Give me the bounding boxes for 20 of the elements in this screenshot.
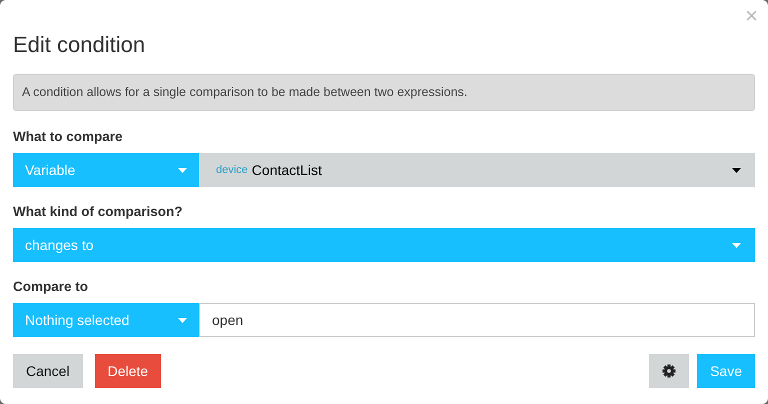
gear-icon [662, 364, 676, 378]
field-label: What kind of comparison? [13, 204, 184, 220]
caret-icon [732, 242, 741, 248]
value-input[interactable]: open [199, 303, 755, 337]
field-label: Compare to [13, 279, 90, 295]
caret-icon [178, 318, 187, 322]
device-dropdown[interactable]: device ContactList [199, 153, 755, 187]
field-label: What to compare [13, 129, 124, 145]
delete-button[interactable]: Delete [94, 354, 162, 388]
dialog-title: Edit condition [13, 31, 146, 59]
caret-icon [178, 168, 187, 172]
save-button[interactable]: Save [697, 354, 755, 388]
cancel-button[interactable]: Cancel [13, 354, 83, 388]
close-button[interactable]: × [745, 5, 758, 27]
info-message: A condition allows for a single comparison to be made between two expressions. [13, 74, 755, 111]
dropdown[interactable]: Nothing selected [13, 303, 199, 337]
dropdown[interactable]: changes to [13, 228, 755, 262]
caret-icon [732, 168, 741, 172]
settings-button[interactable] [649, 354, 690, 388]
dropdown[interactable]: Variable [13, 153, 199, 187]
